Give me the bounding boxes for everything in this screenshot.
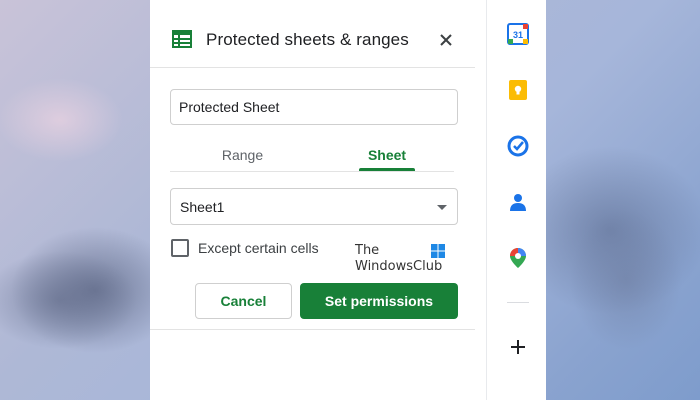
contacts-icon[interactable] xyxy=(507,191,529,213)
sheet-select-value: Sheet1 xyxy=(180,199,225,215)
close-icon[interactable] xyxy=(438,32,454,48)
sheet-select[interactable]: Sheet1 xyxy=(170,188,458,225)
add-icon[interactable] xyxy=(510,339,526,355)
calendar-icon[interactable]: 31 xyxy=(507,23,529,45)
calendar-day: 31 xyxy=(513,30,523,40)
except-certain-cells-checkbox[interactable] xyxy=(171,239,189,257)
watermark: The WindowsClub xyxy=(355,243,450,275)
sheets-table-icon xyxy=(172,30,192,48)
except-certain-cells-label: Except certain cells xyxy=(198,240,319,256)
cancel-button[interactable]: Cancel xyxy=(195,283,292,319)
background-shape xyxy=(0,230,160,400)
watermark-line2: WindowsClub xyxy=(355,259,443,274)
panel-gutter xyxy=(475,0,486,400)
watermark-line1: The xyxy=(355,243,380,258)
side-panel: 31 xyxy=(486,0,546,400)
keep-icon[interactable] xyxy=(507,79,529,101)
description-input[interactable] xyxy=(170,89,458,125)
dropdown-arrow-icon xyxy=(437,205,447,210)
maps-icon[interactable] xyxy=(507,247,529,269)
tasks-icon[interactable] xyxy=(507,135,529,157)
tabs-divider xyxy=(170,171,454,172)
footer-divider xyxy=(150,329,475,330)
background-shape xyxy=(546,190,700,400)
panel-title: Protected sheets & ranges xyxy=(206,30,409,49)
tab-range[interactable]: Range xyxy=(200,140,285,172)
side-panel-divider xyxy=(507,302,529,303)
set-permissions-button[interactable]: Set permissions xyxy=(300,283,458,319)
protected-ranges-panel: Protected sheets & ranges Range Sheet Sh… xyxy=(150,0,475,400)
windows-logo-icon xyxy=(431,244,445,258)
panel-header: Protected sheets & ranges xyxy=(150,0,475,68)
